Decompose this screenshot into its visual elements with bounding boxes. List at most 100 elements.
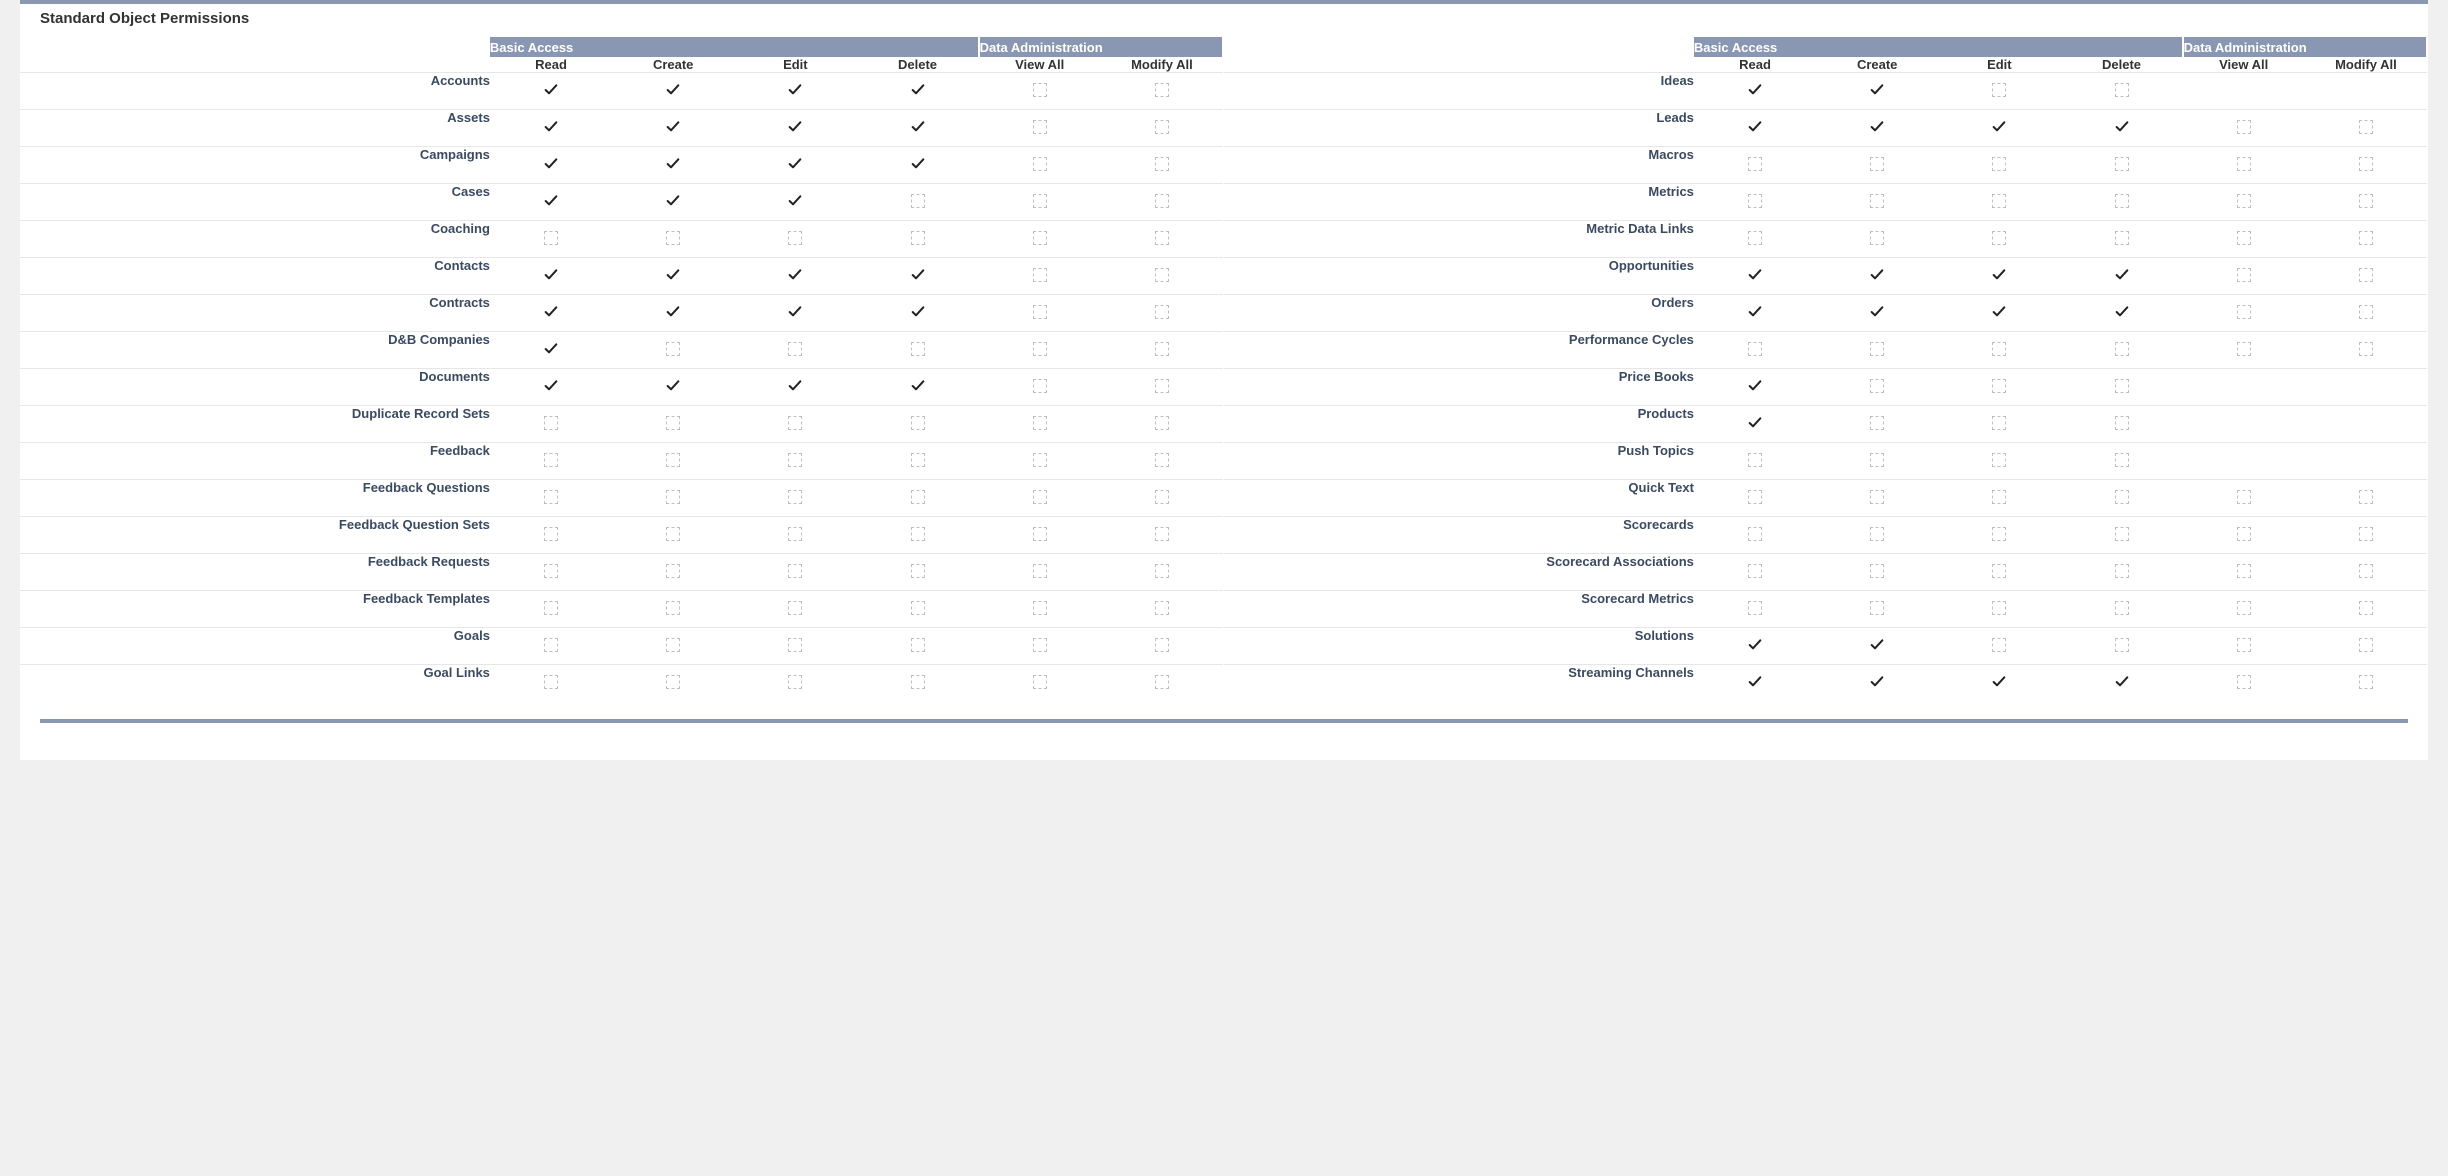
perm-cell-modify all[interactable] (2305, 332, 2427, 369)
perm-cell-edit[interactable] (734, 591, 856, 628)
perm-cell-read[interactable] (1694, 369, 1816, 406)
perm-cell-read[interactable] (490, 665, 612, 702)
perm-cell-view all[interactable] (979, 480, 1101, 517)
perm-cell-view all[interactable] (2183, 147, 2305, 184)
perm-cell-create[interactable] (612, 665, 734, 702)
perm-cell-read[interactable] (490, 73, 612, 110)
perm-cell-modify all[interactable] (1101, 221, 1223, 258)
perm-cell-modify all[interactable] (1101, 73, 1223, 110)
perm-cell-view all[interactable] (979, 184, 1101, 221)
perm-cell-create[interactable] (612, 184, 734, 221)
perm-cell-delete[interactable] (2060, 517, 2182, 554)
perm-cell-create[interactable] (612, 295, 734, 332)
perm-cell-modify all[interactable] (2305, 591, 2427, 628)
perm-cell-delete[interactable] (856, 591, 978, 628)
perm-cell-modify all[interactable] (1101, 480, 1223, 517)
perm-cell-create[interactable] (612, 591, 734, 628)
perm-cell-edit[interactable] (734, 258, 856, 295)
perm-cell-edit[interactable] (1938, 221, 2060, 258)
perm-cell-edit[interactable] (1938, 591, 2060, 628)
perm-cell-view all[interactable] (979, 591, 1101, 628)
perm-cell-modify all[interactable] (2305, 221, 2427, 258)
perm-cell-read[interactable] (1694, 73, 1816, 110)
perm-cell-read[interactable] (1694, 628, 1816, 665)
perm-cell-create[interactable] (612, 110, 734, 147)
perm-cell-modify all[interactable] (2305, 443, 2427, 480)
perm-cell-read[interactable] (1694, 517, 1816, 554)
perm-cell-delete[interactable] (856, 628, 978, 665)
perm-cell-create[interactable] (612, 332, 734, 369)
perm-cell-create[interactable] (1816, 443, 1938, 480)
perm-cell-modify all[interactable] (1101, 406, 1223, 443)
perm-cell-view all[interactable] (979, 443, 1101, 480)
perm-cell-read[interactable] (490, 258, 612, 295)
perm-cell-modify all[interactable] (2305, 480, 2427, 517)
perm-cell-create[interactable] (612, 258, 734, 295)
perm-cell-create[interactable] (612, 554, 734, 591)
perm-cell-create[interactable] (1816, 258, 1938, 295)
perm-cell-read[interactable] (1694, 221, 1816, 258)
perm-cell-read[interactable] (490, 591, 612, 628)
perm-cell-modify all[interactable] (1101, 147, 1223, 184)
perm-cell-delete[interactable] (856, 443, 978, 480)
perm-cell-delete[interactable] (856, 665, 978, 702)
perm-cell-edit[interactable] (734, 665, 856, 702)
perm-cell-create[interactable] (1816, 480, 1938, 517)
perm-cell-delete[interactable] (856, 147, 978, 184)
perm-cell-edit[interactable] (1938, 480, 2060, 517)
perm-cell-read[interactable] (1694, 295, 1816, 332)
perm-cell-create[interactable] (1816, 628, 1938, 665)
perm-cell-read[interactable] (490, 221, 612, 258)
perm-cell-delete[interactable] (856, 73, 978, 110)
perm-cell-view all[interactable] (2183, 406, 2305, 443)
perm-cell-edit[interactable] (734, 110, 856, 147)
perm-cell-edit[interactable] (734, 554, 856, 591)
perm-cell-view all[interactable] (979, 221, 1101, 258)
perm-cell-read[interactable] (1694, 443, 1816, 480)
perm-cell-edit[interactable] (1938, 443, 2060, 480)
perm-cell-delete[interactable] (856, 332, 978, 369)
perm-cell-delete[interactable] (2060, 369, 2182, 406)
perm-cell-read[interactable] (1694, 665, 1816, 702)
perm-cell-edit[interactable] (1938, 665, 2060, 702)
perm-cell-delete[interactable] (2060, 332, 2182, 369)
perm-cell-read[interactable] (490, 480, 612, 517)
perm-cell-edit[interactable] (734, 147, 856, 184)
perm-cell-modify all[interactable] (2305, 295, 2427, 332)
perm-cell-view all[interactable] (2183, 517, 2305, 554)
perm-cell-view all[interactable] (2183, 184, 2305, 221)
perm-cell-read[interactable] (490, 147, 612, 184)
perm-cell-edit[interactable] (734, 221, 856, 258)
perm-cell-view all[interactable] (2183, 258, 2305, 295)
perm-cell-read[interactable] (1694, 258, 1816, 295)
perm-cell-create[interactable] (612, 628, 734, 665)
perm-cell-read[interactable] (490, 369, 612, 406)
perm-cell-create[interactable] (1816, 184, 1938, 221)
perm-cell-read[interactable] (1694, 591, 1816, 628)
perm-cell-edit[interactable] (1938, 184, 2060, 221)
perm-cell-modify all[interactable] (2305, 406, 2427, 443)
perm-cell-view all[interactable] (2183, 665, 2305, 702)
perm-cell-read[interactable] (1694, 184, 1816, 221)
perm-cell-delete[interactable] (856, 295, 978, 332)
perm-cell-modify all[interactable] (1101, 332, 1223, 369)
perm-cell-create[interactable] (612, 406, 734, 443)
perm-cell-edit[interactable] (1938, 73, 2060, 110)
perm-cell-read[interactable] (1694, 406, 1816, 443)
perm-cell-create[interactable] (1816, 73, 1938, 110)
perm-cell-edit[interactable] (1938, 332, 2060, 369)
perm-cell-read[interactable] (1694, 480, 1816, 517)
perm-cell-delete[interactable] (2060, 554, 2182, 591)
perm-cell-view all[interactable] (979, 147, 1101, 184)
perm-cell-edit[interactable] (734, 480, 856, 517)
perm-cell-view all[interactable] (979, 332, 1101, 369)
perm-cell-read[interactable] (490, 295, 612, 332)
perm-cell-read[interactable] (490, 443, 612, 480)
perm-cell-delete[interactable] (856, 110, 978, 147)
perm-cell-create[interactable] (612, 443, 734, 480)
perm-cell-modify all[interactable] (1101, 554, 1223, 591)
perm-cell-edit[interactable] (734, 406, 856, 443)
perm-cell-edit[interactable] (734, 443, 856, 480)
perm-cell-delete[interactable] (2060, 443, 2182, 480)
perm-cell-view all[interactable] (979, 628, 1101, 665)
